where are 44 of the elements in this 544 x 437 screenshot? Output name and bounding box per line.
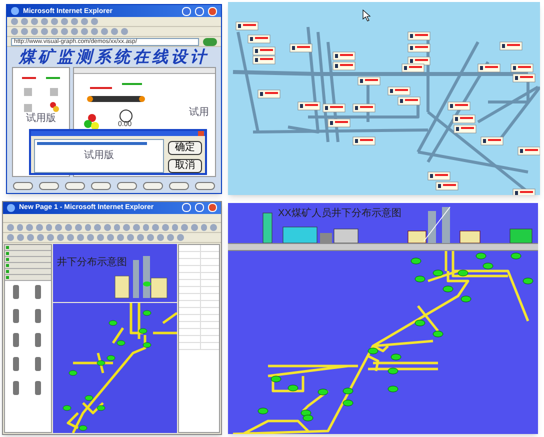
maximize-button[interactable] — [195, 6, 204, 16]
property-row[interactable] — [179, 244, 219, 252]
property-row[interactable] — [179, 300, 219, 308]
property-row[interactable] — [179, 280, 219, 287]
property-row[interactable] — [179, 336, 219, 343]
property-row[interactable] — [179, 252, 219, 259]
close-button[interactable] — [208, 203, 217, 212]
close-button[interactable] — [208, 6, 217, 16]
dialog-button[interactable]: 确定 — [168, 141, 202, 155]
trial-watermark: 试用 — [189, 108, 209, 118]
category-tab[interactable] — [5, 244, 51, 251]
toolbar-button[interactable] — [39, 182, 59, 190]
toolbar-button[interactable] — [13, 182, 33, 190]
property-row[interactable] — [179, 272, 219, 280]
toolbar-button[interactable] — [143, 182, 163, 190]
property-row[interactable] — [179, 328, 219, 336]
property-row[interactable] — [179, 286, 219, 294]
window-icon — [11, 7, 19, 15]
go-button[interactable] — [203, 38, 217, 46]
variable-list[interactable]: 试用版 — [34, 139, 164, 173]
property-row[interactable] — [179, 342, 219, 350]
property-row[interactable] — [179, 266, 219, 273]
trial-watermark: 试用版 — [84, 151, 114, 161]
cursor-icon — [362, 9, 371, 22]
trial-watermark: 试用版 — [26, 114, 56, 124]
property-row[interactable] — [179, 258, 219, 266]
toolbar-button[interactable] — [65, 182, 85, 190]
toolbar-button[interactable] — [117, 182, 137, 190]
minimize-button[interactable] — [182, 6, 191, 16]
page-heading: 煤矿监测系统在线设计 — [19, 49, 209, 65]
diagram-title: 井下分布示意图 — [57, 258, 128, 268]
property-row[interactable] — [179, 322, 219, 329]
toolbar-button[interactable] — [169, 182, 189, 190]
selected-list-row[interactable] — [37, 142, 147, 145]
property-row[interactable] — [179, 308, 219, 315]
property-row[interactable] — [179, 294, 219, 301]
toolbar-button[interactable] — [195, 182, 215, 190]
diagram-title: XX煤矿人员井下分布示意图 — [278, 209, 402, 219]
window-icon — [7, 204, 15, 212]
toolbar-button[interactable] — [91, 182, 111, 190]
minimize-button[interactable] — [182, 203, 191, 212]
dialog-button[interactable]: 取消 — [168, 159, 202, 173]
property-row[interactable] — [179, 314, 219, 322]
maximize-button[interactable] — [195, 203, 204, 212]
